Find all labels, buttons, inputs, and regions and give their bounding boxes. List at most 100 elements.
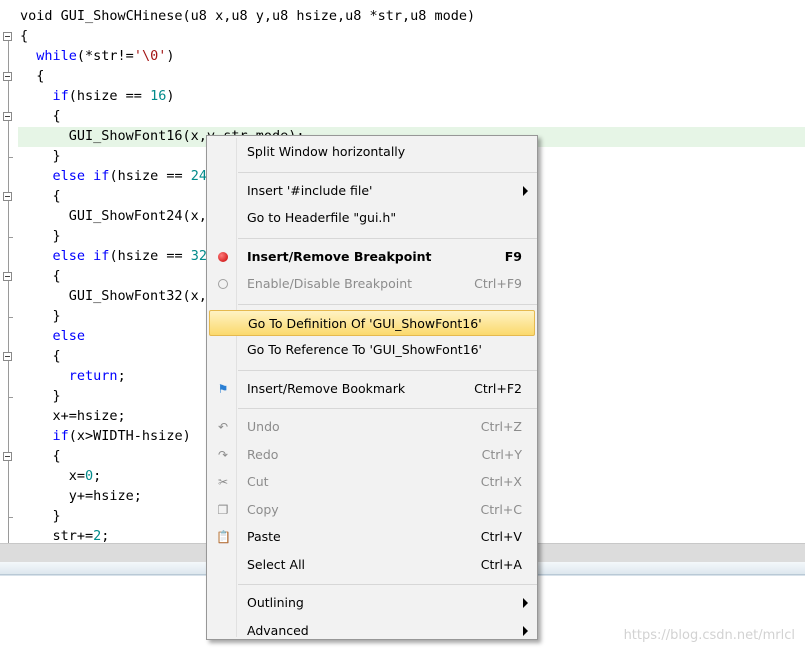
menu-item-go-to-definition-of-gui-showfont16[interactable]: Go To Definition Of 'GUI_ShowFont16' (209, 309, 535, 336)
fold-end-mark (8, 157, 13, 158)
menu-item-shortcut: F9 (504, 248, 522, 264)
fold-toggle-icon[interactable] (3, 272, 12, 281)
code-line[interactable]: void GUI_ShowCHinese(u8 x,u8 y,u8 hsize,… (20, 6, 475, 26)
code-token: 24 (190, 168, 207, 184)
code-token: 32 (190, 248, 207, 264)
fold-end-mark (8, 517, 13, 518)
undo-icon: ↶ (217, 420, 229, 434)
context-menu: Split Window horizontally Insert '#includ… (206, 135, 538, 640)
menu-item-advanced[interactable]: Advanced (209, 618, 535, 644)
code-line[interactable]: { (20, 346, 61, 366)
menu-item-label: Go To Definition Of 'GUI_ShowFont16' (248, 315, 482, 331)
code-line[interactable]: while(*str!='\0') (20, 46, 174, 66)
fold-end-mark (8, 317, 13, 318)
menu-item-label: Insert/Remove Bookmark (247, 380, 406, 396)
menu-item-cut: ✂ Cut Ctrl+X (209, 469, 535, 495)
submenu-arrow-icon (523, 185, 528, 196)
code-token: (hsize == (68, 88, 151, 104)
fold-toggle-icon[interactable] (3, 32, 12, 41)
code-line[interactable]: else (20, 326, 86, 346)
menu-item-shortcut: Ctrl+A (480, 556, 522, 572)
code-line[interactable]: } (20, 506, 61, 526)
menu-item-shortcut: Ctrl+F9 (474, 276, 522, 291)
menu-item-shortcut: Ctrl+C (480, 501, 522, 517)
code-token: y+=hsize; (20, 488, 142, 504)
menu-item-split-window-horizontally[interactable]: Split Window horizontally (209, 139, 535, 165)
menu-separator (238, 408, 537, 409)
menu-item-go-to-headerfile-gui-h[interactable]: Go to Headerfile "gui.h" (209, 205, 535, 231)
code-line[interactable]: { (20, 106, 61, 126)
menu-item-paste[interactable]: 📋 Paste Ctrl+V (209, 524, 535, 550)
menu-item-label: Copy (247, 501, 279, 517)
code-line[interactable]: { (20, 446, 61, 466)
code-token: 0 (85, 468, 94, 484)
code-line[interactable]: { (20, 186, 61, 206)
menu-item-shortcut: Ctrl+Z (480, 419, 522, 434)
code-line[interactable]: str+=2; (20, 526, 110, 543)
menu-item-label: Cut (247, 474, 269, 489)
code-token: while (36, 48, 77, 64)
menu-separator (238, 584, 537, 585)
fold-toggle-icon[interactable] (3, 452, 12, 461)
menu-item-insert-remove-breakpoint[interactable]: Insert/Remove Breakpoint F9 (209, 244, 535, 270)
menu-item-select-all[interactable]: Select All Ctrl+A (209, 552, 535, 578)
menu-item-label: Paste (247, 529, 281, 544)
code-token: '\0' (133, 48, 167, 64)
code-token: x= (20, 468, 86, 484)
menu-item-copy: ❐ Copy Ctrl+C (209, 497, 535, 523)
code-token: (hsize == (109, 248, 191, 264)
code-token: if (52, 428, 69, 444)
code-line[interactable]: y+=hsize; (20, 486, 142, 506)
code-line[interactable]: if(hsize == 16) (20, 86, 175, 106)
code-line[interactable]: else if(hsize == 32) (20, 246, 216, 266)
code-line[interactable]: else if(hsize == 24) (20, 166, 216, 186)
code-line[interactable]: if(x>WIDTH-hsize) (20, 426, 191, 446)
watermark: https://blog.csdn.net/mrlcl (623, 628, 795, 643)
code-line[interactable]: } (20, 226, 61, 246)
code-line[interactable]: { (20, 66, 44, 86)
menu-item-redo: ↷ Redo Ctrl+Y (209, 442, 535, 468)
fold-gutter (0, 0, 16, 543)
fold-toggle-icon[interactable] (3, 112, 12, 121)
menu-item-label: Outlining (247, 595, 304, 610)
fold-toggle-icon[interactable] (3, 192, 12, 201)
code-token: (*str!= (76, 48, 134, 64)
code-token: if (93, 168, 110, 184)
code-token: x+=hsize; (20, 408, 126, 424)
menu-item-outlining[interactable]: Outlining (209, 590, 535, 616)
code-line[interactable]: } (20, 306, 61, 326)
fold-toggle-icon[interactable] (3, 352, 12, 361)
code-token: ; (93, 468, 102, 484)
code-token: str+= (20, 528, 94, 543)
code-token: { (20, 28, 29, 44)
menu-item-label: Enable/Disable Breakpoint (247, 276, 413, 291)
code-line[interactable]: } (20, 386, 61, 406)
menu-item-insert-remove-bookmark[interactable]: ⚑ Insert/Remove Bookmark Ctrl+F2 (209, 376, 535, 402)
copy-icon: ❐ (217, 502, 229, 517)
menu-separator (238, 171, 537, 173)
menu-item-label: Insert '#include file' (247, 182, 373, 198)
code-line[interactable]: return; (20, 366, 126, 386)
submenu-arrow-icon (523, 598, 528, 608)
code-token: } (20, 308, 61, 324)
code-line[interactable]: { (20, 26, 28, 46)
menu-item-go-to-reference-to-gui-showfont16[interactable]: Go To Reference To 'GUI_ShowFont16' (209, 337, 535, 363)
fold-toggle-icon[interactable] (3, 72, 12, 81)
code-token: { (20, 68, 45, 84)
code-line[interactable]: x+=hsize; (20, 406, 126, 426)
code-line[interactable]: } (20, 146, 61, 166)
code-token: else (52, 328, 86, 344)
code-line[interactable]: { (20, 266, 61, 286)
code-line[interactable]: x=0; (20, 466, 102, 486)
menu-item-label: Select All (247, 556, 306, 572)
code-token: if (93, 248, 110, 264)
code-token: { (20, 188, 61, 204)
menu-item-insert-include-file[interactable]: Insert '#include file' (209, 178, 535, 204)
breakpoint-icon (218, 251, 228, 262)
